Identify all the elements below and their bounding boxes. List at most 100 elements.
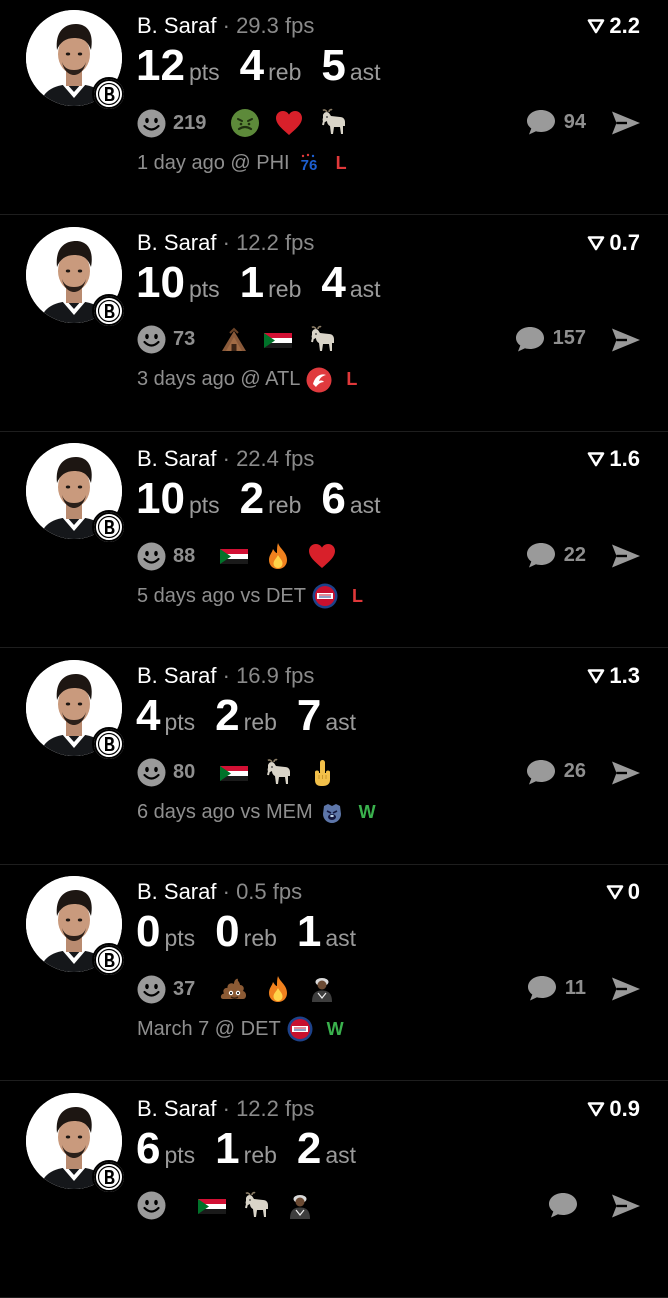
hawks-logo — [306, 367, 332, 393]
assists-value: 5 — [321, 41, 346, 90]
rebounds-value: 2 — [239, 474, 265, 523]
share-icon[interactable] — [610, 326, 642, 354]
assists-value: 2 — [296, 1123, 322, 1173]
goat-icon[interactable] — [241, 1191, 271, 1221]
rating-value: 0.7 — [609, 229, 640, 255]
sudan-flag-icon[interactable] — [263, 325, 293, 355]
assists-value: 4 — [321, 257, 346, 307]
share-icon[interactable] — [610, 975, 642, 1003]
sudan-flag-icon[interactable] — [219, 758, 249, 788]
game-card[interactable]: B. Saraf · 12.2 fps 0.9 6 pts 1 reb 2 as… — [0, 1083, 668, 1298]
person-icon[interactable] — [285, 1191, 315, 1221]
red-heart-icon[interactable] — [307, 541, 337, 571]
poop-icon[interactable] — [219, 974, 249, 1004]
smile-react-icon[interactable] — [137, 1191, 166, 1220]
nauseated-face-icon[interactable] — [230, 108, 260, 138]
comment-count: 157 — [552, 327, 586, 349]
middle-finger-icon[interactable] — [307, 758, 337, 788]
assists-value: 1 — [296, 907, 322, 956]
comments-button[interactable]: 11 — [527, 974, 586, 1002]
fps-value: 22.4 fps — [236, 446, 315, 471]
rating[interactable]: 0 — [606, 879, 640, 905]
goat-icon[interactable] — [263, 758, 293, 788]
game-card[interactable]: B. Saraf · 16.9 fps 1.3 4 pts 2 reb 7 as… — [0, 650, 668, 865]
share-icon[interactable] — [610, 759, 642, 787]
fps-value: 29.3 fps — [236, 13, 315, 38]
share-icon[interactable] — [610, 109, 642, 137]
share-icon[interactable] — [610, 542, 642, 570]
opponent-logo-slot — [313, 800, 345, 826]
comments-button[interactable]: 22 — [526, 541, 586, 569]
game-card[interactable]: B. Saraf · 29.3 fps 2.2 12 pts 4 reb 5 a… — [0, 0, 668, 215]
separator: · — [222, 446, 230, 471]
game-info: 1 day ago @ PHI 76 L — [137, 150, 347, 176]
separator: · — [222, 879, 230, 904]
reaction-emojis — [205, 758, 337, 788]
rebounds-label: reb — [243, 708, 277, 735]
header-line: B. Saraf · 22.4 fps — [137, 446, 314, 472]
player-name[interactable]: B. Saraf — [137, 13, 216, 38]
player-name[interactable]: B. Saraf — [137, 663, 216, 688]
comments-button[interactable]: 26 — [526, 758, 586, 786]
sixers-logo: 76 — [296, 150, 322, 176]
player-name[interactable]: B. Saraf — [137, 446, 216, 471]
smile-react-icon[interactable] — [137, 325, 166, 354]
share-icon[interactable] — [610, 1192, 642, 1220]
game-date: 6 days ago vs MEM — [137, 801, 313, 823]
smile-react-icon[interactable] — [137, 542, 166, 571]
game-card[interactable]: B. Saraf · 22.4 fps 1.6 10 pts 2 reb 6 a… — [0, 433, 668, 648]
smile-react-icon[interactable] — [137, 109, 166, 138]
hut-icon[interactable] — [219, 325, 249, 355]
fire-icon[interactable] — [263, 974, 293, 1004]
nets-logo — [92, 1159, 126, 1194]
rebounds-label: reb — [243, 1141, 277, 1168]
svg-text:76: 76 — [300, 157, 317, 174]
assists-label: ast — [325, 1141, 357, 1168]
opponent-logo-slot: 76 — [290, 150, 322, 176]
smile-react-icon[interactable] — [137, 758, 166, 787]
game-info: March 7 @ DET W — [137, 1016, 344, 1042]
reactions-bar: 88 — [137, 539, 337, 573]
comment-bubble-icon — [549, 1192, 577, 1217]
points-label: pts — [164, 1141, 196, 1168]
rating[interactable]: 2.2 — [587, 13, 640, 39]
stat-line: 12 pts 4 reb 5 ast — [136, 44, 401, 88]
goat-icon[interactable] — [307, 325, 337, 355]
points-value: 6 — [136, 1123, 161, 1173]
comments-button[interactable]: 94 — [526, 108, 586, 136]
player-name[interactable]: B. Saraf — [137, 230, 216, 255]
player-name[interactable]: B. Saraf — [137, 879, 216, 904]
comments-button[interactable]: 157 — [515, 325, 586, 353]
points-label: pts — [188, 59, 220, 85]
comment-bubble-icon — [526, 759, 555, 784]
smile-react-icon[interactable] — [137, 975, 166, 1004]
comments-button[interactable] — [548, 1191, 586, 1219]
nets-logo — [92, 943, 126, 977]
sudan-flag-icon[interactable] — [219, 541, 249, 571]
assists-value: 7 — [296, 690, 322, 740]
game-date: March 7 @ DET — [137, 1017, 281, 1040]
rating[interactable]: 1.6 — [587, 446, 640, 472]
player-name[interactable]: B. Saraf — [137, 1096, 216, 1121]
goat-icon[interactable] — [318, 108, 348, 138]
fps-value: 12.2 fps — [236, 1095, 315, 1121]
game-info: 3 days ago @ ATL L — [137, 367, 357, 393]
red-heart-icon[interactable] — [274, 108, 304, 138]
rating[interactable]: 0.7 — [587, 230, 640, 256]
nets-logo — [92, 77, 126, 111]
game-card[interactable]: B. Saraf · 0.5 fps 0 0 pts 0 reb 1 ast 3… — [0, 866, 668, 1081]
fps-value: 0.5 fps — [236, 879, 303, 904]
nets-logo — [92, 510, 126, 544]
rating[interactable]: 1.3 — [587, 663, 640, 689]
person-icon[interactable] — [307, 974, 337, 1004]
game-date: 5 days ago vs DET — [137, 584, 306, 607]
fire-icon[interactable] — [263, 541, 293, 571]
sudan-flag-icon[interactable] — [197, 1191, 227, 1221]
rating-value: 1.6 — [609, 446, 640, 471]
game-card[interactable]: B. Saraf · 12.2 fps 0.7 10 pts 1 reb 4 a… — [0, 217, 668, 432]
reaction-count: 88 — [173, 544, 196, 567]
opponent-logo-slot — [300, 367, 332, 393]
rating[interactable]: 0.9 — [587, 1096, 640, 1122]
vote-arrow-icon — [588, 235, 605, 250]
reaction-count: 80 — [173, 761, 196, 783]
